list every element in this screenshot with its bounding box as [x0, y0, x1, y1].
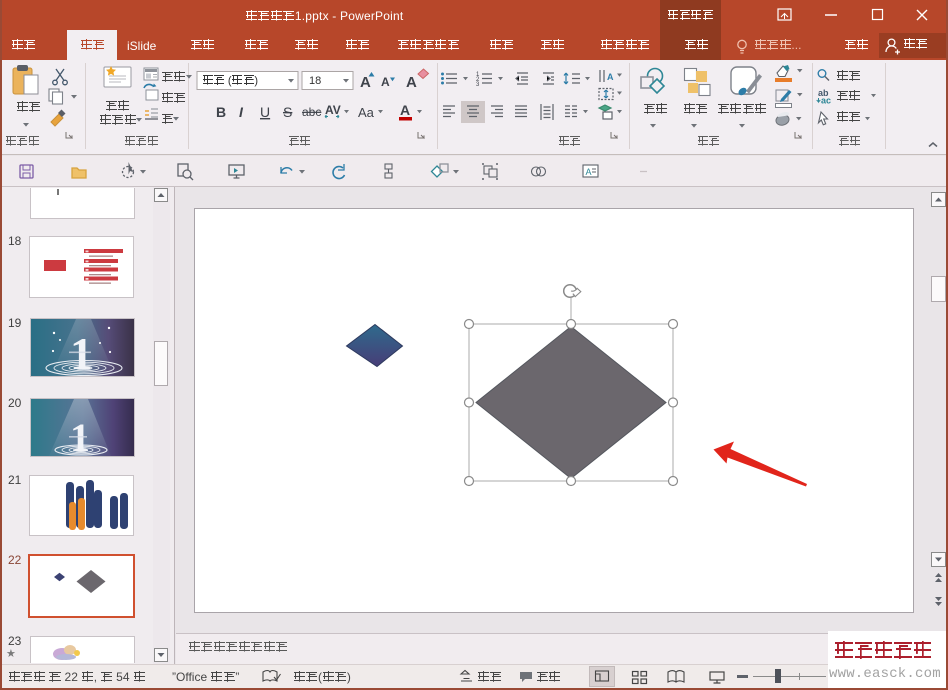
svg-text:A: A [586, 167, 592, 177]
svg-text:1: 1 [70, 415, 90, 456]
